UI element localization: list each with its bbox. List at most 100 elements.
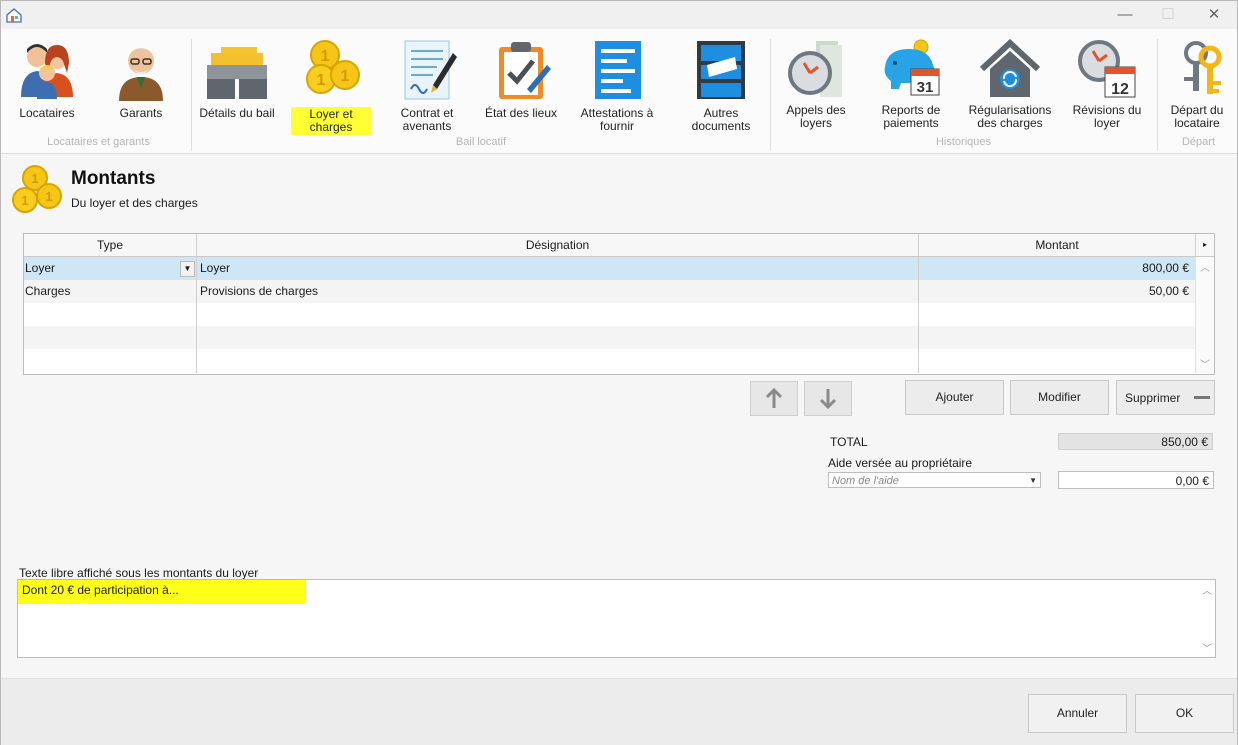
vertical-scrollbar[interactable]: ︿ ﹀ — [1195, 257, 1214, 373]
amounts-table[interactable]: Type Désignation Montant ▸ Loyer ▼ Loyer… — [23, 233, 1215, 375]
clock-calendar-icon: 12 — [1078, 40, 1136, 98]
ribbon-depart-locataire[interactable]: Départ du locataire — [1158, 37, 1236, 137]
house-refresh-icon — [980, 39, 1040, 97]
calendar-day-number: 31 — [917, 79, 934, 96]
chevron-down-icon: ▼ — [1029, 476, 1037, 485]
keys-icon — [1184, 41, 1222, 94]
ribbon-loyer-charges[interactable]: 1 1 1 Loyer et charges — [286, 37, 376, 137]
tenants-icon — [21, 44, 73, 99]
ribbon-label-line2: paiements — [883, 116, 939, 130]
free-text-label: Texte libre affiché sous les montants du… — [19, 566, 259, 580]
scroll-right-icon[interactable]: ▸ — [1196, 234, 1214, 257]
column-header-designation[interactable]: Désignation — [197, 234, 918, 257]
ribbon-label: Détails du bail — [199, 106, 275, 120]
ribbon-label-line1: Loyer et — [309, 107, 353, 121]
scroll-down-icon[interactable]: ﹀ — [1196, 356, 1214, 371]
minimize-button[interactable]: — — [1110, 5, 1140, 25]
cell-montant: 50,00 € — [1148, 284, 1189, 298]
coins-icon: 1 1 1 — [12, 165, 62, 213]
ribbon-autres-documents[interactable]: Autres documents — [676, 37, 766, 137]
delete-button-label: Supprimer — [1125, 391, 1181, 405]
ribbon-label-line1: Régularisations — [968, 103, 1052, 117]
cell-designation: Provisions de charges — [200, 284, 319, 298]
ribbon-locataires[interactable]: Locataires — [2, 37, 92, 137]
ribbon-label-line2: loyers — [799, 116, 832, 130]
table-row[interactable] — [24, 349, 1195, 373]
ribbon-contrat[interactable]: Contrat et avenants — [382, 37, 472, 137]
svg-text:1: 1 — [341, 68, 350, 85]
table-row[interactable]: Loyer ▼ Loyer 800,00 € — [24, 257, 1195, 280]
edit-button[interactable]: Modifier — [1010, 380, 1109, 415]
group-label-bail: Bail locatif — [455, 136, 507, 148]
cell-type: Loyer — [25, 261, 56, 275]
folder-box-icon — [207, 47, 267, 99]
ribbon-attestations[interactable]: Attestations à fournir — [572, 37, 662, 137]
ribbon-label: Autres documents — [676, 107, 766, 133]
cell-type: Charges — [25, 284, 71, 298]
ribbon-revisions-loyer[interactable]: 12 Révisions du loyer — [1062, 37, 1152, 137]
ribbon-label: Loyer et charges — [286, 107, 376, 135]
ok-button[interactable]: OK — [1135, 694, 1234, 733]
ribbon-label-line1: Attestations à — [580, 106, 654, 120]
ribbon-label: Appels des loyers — [771, 104, 861, 130]
ribbon-label: Attestations à fournir — [572, 107, 662, 133]
home-app-icon — [6, 8, 22, 23]
scroll-up-icon[interactable]: ︿ — [1202, 582, 1212, 597]
ribbon-label-line2: des charges — [977, 116, 1043, 130]
type-dropdown-icon[interactable]: ▼ — [180, 261, 195, 277]
add-button[interactable]: Ajouter — [905, 380, 1004, 415]
ribbon-label-line2: loyer — [1093, 116, 1120, 130]
aide-label: Aide versée au propriétaire — [828, 456, 973, 470]
table-row[interactable]: Charges Provisions de charges 50,00 € — [24, 280, 1195, 303]
ribbon-etat-lieux[interactable]: État des lieux — [476, 37, 566, 137]
ribbon-details-bail[interactable]: Détails du bail — [192, 37, 282, 137]
ribbon-label-line1: Autres — [703, 106, 739, 120]
dialog-window: — ☐ ✕ Locataires Garants Détails du bail… — [0, 0, 1238, 745]
ribbon-label-line2: locataire — [1174, 116, 1220, 130]
ribbon-label-line1: Reports de — [881, 103, 941, 117]
free-text-area[interactable]: Dont 20 € de participation à... ︿ ﹀ — [17, 579, 1216, 658]
ribbon-label-line2: documents — [691, 119, 751, 133]
column-divider — [918, 234, 919, 373]
table-row[interactable] — [24, 326, 1195, 349]
total-label: TOTAL — [830, 435, 868, 449]
cancel-button[interactable]: Annuler — [1028, 694, 1127, 733]
move-up-button[interactable] — [750, 381, 798, 416]
column-header-type[interactable]: Type — [24, 234, 196, 257]
svg-text:1: 1 — [317, 72, 326, 89]
close-button[interactable]: ✕ — [1199, 5, 1229, 25]
ribbon-label: Reports de paiements — [866, 104, 956, 130]
guarantor-icon — [119, 48, 163, 101]
page-title: Montants — [71, 168, 156, 189]
scroll-up-icon[interactable]: ︿ — [1196, 259, 1214, 274]
move-down-button[interactable] — [804, 381, 852, 416]
column-header-montant[interactable]: Montant — [919, 234, 1195, 257]
ribbon-garants[interactable]: Garants — [96, 37, 186, 137]
delete-button[interactable]: Supprimer — [1116, 380, 1215, 415]
ribbon-label: Révisions du loyer — [1062, 104, 1152, 130]
table-row[interactable] — [24, 303, 1195, 326]
svg-text:1: 1 — [321, 48, 330, 65]
ribbon-regularisations[interactable]: Régularisations des charges — [964, 37, 1056, 137]
cell-designation: Loyer — [200, 261, 231, 275]
clipboard-check-icon — [499, 42, 551, 99]
aide-amount-input[interactable]: 0,00 € — [1058, 471, 1214, 489]
ribbon-label-line1: Appels des — [786, 103, 846, 117]
arrow-up-icon — [765, 387, 783, 408]
aide-name-select[interactable]: Nom de l'aide ▼ — [828, 472, 1041, 488]
group-label-depart: Départ — [1181, 136, 1216, 148]
ribbon-reports-paiements[interactable]: 31 Reports de paiements — [866, 37, 956, 137]
group-label-locataires: Locataires et garants — [47, 136, 150, 148]
svg-text:1: 1 — [45, 189, 52, 204]
ribbon-appels-loyers[interactable]: Appels des loyers — [771, 37, 861, 137]
calendar-day-number: 12 — [1111, 81, 1129, 98]
scroll-down-icon[interactable]: ﹀ — [1202, 640, 1212, 655]
ribbon-label-line2: avenants — [402, 119, 452, 133]
document-list-icon — [595, 41, 641, 99]
main-content: 1 1 1 Montants Du loyer et des charges T… — [1, 154, 1237, 678]
ribbon-label: Locataires — [19, 106, 75, 120]
free-text-value: Dont 20 € de participation à... — [22, 583, 179, 597]
minus-icon — [1194, 396, 1210, 399]
maximize-button[interactable]: ☐ — [1153, 5, 1183, 25]
total-value: 850,00 € — [1058, 433, 1213, 450]
